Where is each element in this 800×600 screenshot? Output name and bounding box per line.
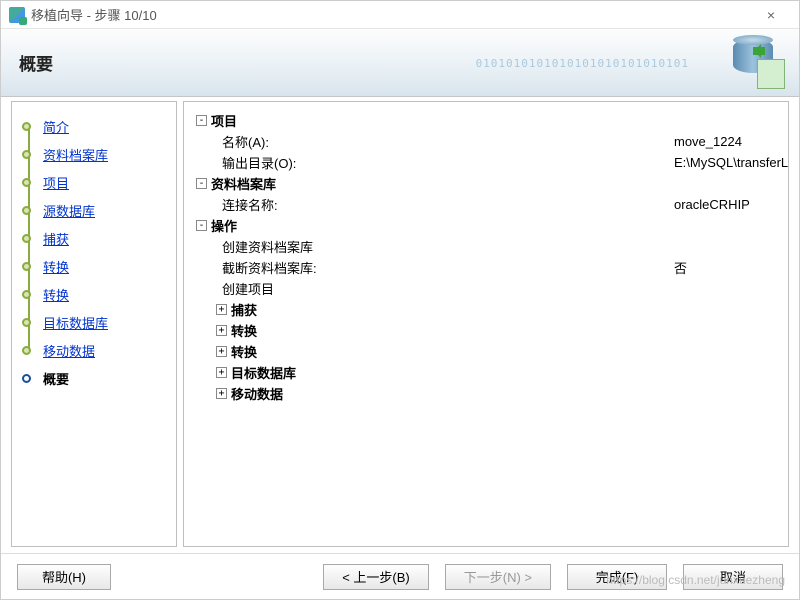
node-label: 操作 (211, 216, 237, 235)
collapse-icon[interactable]: - (196, 178, 207, 189)
app-icon (9, 7, 25, 23)
window-title: 移植向导 - 步骤 10/10 (31, 5, 751, 24)
collapse-icon[interactable]: - (196, 220, 207, 231)
tree-node-convert-1[interactable]: + 转换 (194, 320, 778, 341)
sidebar-item-label: 资料档案库 (43, 145, 108, 164)
node-label: 捕获 (231, 300, 257, 319)
sidebar-item-target-db[interactable]: 目标数据库 (12, 308, 176, 336)
leaf-label: 截断资料档案库: (222, 258, 317, 277)
sidebar-item-label: 移动数据 (43, 341, 95, 360)
leaf-value: oracleCRHIP (674, 197, 750, 212)
cancel-button[interactable]: 取消 (683, 564, 783, 590)
expand-icon[interactable]: + (216, 388, 227, 399)
expand-icon[interactable]: + (216, 346, 227, 357)
tree-node-target-db[interactable]: + 目标数据库 (194, 362, 778, 383)
tree-node-capture[interactable]: + 捕获 (194, 299, 778, 320)
tree-leaf-create-project: 创建项目 (194, 278, 778, 299)
node-label: 转换 (231, 342, 257, 361)
titlebar: 移植向导 - 步骤 10/10 × (1, 1, 799, 29)
finish-button[interactable]: 完成(F) (567, 564, 667, 590)
node-label: 转换 (231, 321, 257, 340)
tree-leaf-project-name: 名称(A): move_1224 (194, 131, 778, 152)
sidebar-item-convert-2[interactable]: 转换 (12, 280, 176, 308)
leaf-label: 创建项目 (222, 279, 274, 298)
page-title: 概要 (19, 50, 53, 75)
leaf-value: move_1224 (674, 134, 742, 149)
wizard-window: 移植向导 - 步骤 10/10 × 概要 0101010101010101010… (0, 0, 800, 600)
tree-leaf-conn-name: 连接名称: oracleCRHIP (194, 194, 778, 215)
expand-icon[interactable]: + (216, 367, 227, 378)
next-button: 下一步(N) > (445, 564, 551, 590)
tree-node-project[interactable]: -项目 (194, 110, 778, 131)
sidebar-item-label: 源数据库 (43, 201, 95, 220)
collapse-icon[interactable]: - (196, 115, 207, 126)
database-migrate-icon (731, 37, 785, 91)
leaf-label: 连接名称: (222, 195, 278, 214)
sidebar-item-intro[interactable]: 简介 (12, 112, 176, 140)
sidebar-item-label: 简介 (43, 117, 69, 136)
node-label: 资料档案库 (211, 174, 276, 193)
sidebar-item-summary: 概要 (12, 364, 176, 392)
close-icon[interactable]: × (751, 7, 791, 23)
button-bar: 帮助(H) < 上一步(B) 下一步(N) > 完成(F) 取消 (1, 553, 799, 599)
tree-leaf-create-repo: 创建资料档案库 (194, 236, 778, 257)
wizard-header: 概要 0101010101010101010101010101 (1, 29, 799, 97)
sidebar-item-move-data[interactable]: 移动数据 (12, 336, 176, 364)
tree-node-repository[interactable]: -资料档案库 (194, 173, 778, 194)
help-button[interactable]: 帮助(H) (17, 564, 111, 590)
leaf-label: 名称(A): (222, 132, 269, 151)
sidebar-item-capture[interactable]: 捕获 (12, 224, 176, 252)
node-label: 项目 (211, 111, 237, 130)
sidebar-item-label: 捕获 (43, 229, 69, 248)
back-button[interactable]: < 上一步(B) (323, 564, 429, 590)
tree-node-move-data[interactable]: + 移动数据 (194, 383, 778, 404)
leaf-label: 创建资料档案库 (222, 237, 313, 256)
leaf-value: E:\MySQL\transferLog\1224 (674, 155, 789, 170)
wizard-body: 简介 资料档案库 项目 源数据库 捕获 转换 转换 目标数据库 移动数据 概要 … (1, 97, 799, 553)
sidebar-item-source-db[interactable]: 源数据库 (12, 196, 176, 224)
sidebar-item-label: 目标数据库 (43, 313, 108, 332)
node-label: 目标数据库 (231, 363, 296, 382)
tree-leaf-truncate-repo: 截断资料档案库: 否 (194, 257, 778, 278)
leaf-value: 否 (674, 258, 687, 277)
expand-icon[interactable]: + (216, 325, 227, 336)
sidebar-item-repository[interactable]: 资料档案库 (12, 140, 176, 168)
leaf-label: 输出目录(O): (222, 153, 296, 172)
expand-icon[interactable]: + (216, 304, 227, 315)
step-sidebar: 简介 资料档案库 项目 源数据库 捕获 转换 转换 目标数据库 移动数据 概要 (11, 101, 177, 547)
sidebar-item-label: 转换 (43, 257, 69, 276)
summary-panel: -项目 名称(A):move_1224 输出目录(O):E:\MySQL\tra… (183, 101, 789, 547)
tree-node-operations[interactable]: -操作 (194, 215, 778, 236)
header-binary-text: 0101010101010101010101010101 (476, 57, 689, 70)
sidebar-item-convert-1[interactable]: 转换 (12, 252, 176, 280)
sidebar-item-project[interactable]: 项目 (12, 168, 176, 196)
sidebar-item-label: 转换 (43, 285, 69, 304)
tree-leaf-project-outdir: 输出目录(O):E:\MySQL\transferLog\1224 (194, 152, 778, 173)
tree-node-convert-2[interactable]: + 转换 (194, 341, 778, 362)
sidebar-item-label: 概要 (43, 369, 69, 388)
node-label: 移动数据 (231, 384, 283, 403)
sidebar-item-label: 项目 (43, 173, 69, 192)
